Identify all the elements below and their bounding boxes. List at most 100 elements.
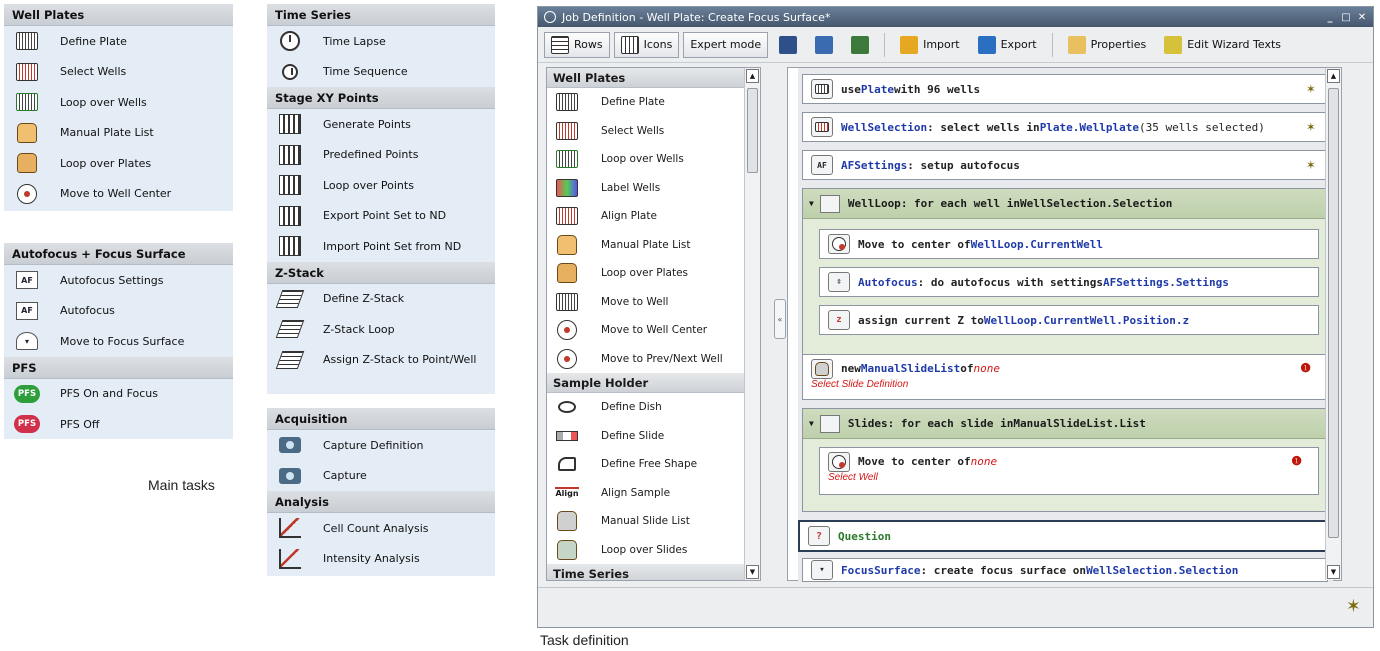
edit-wizard-button[interactable]: Edit Wizard Texts bbox=[1157, 32, 1288, 58]
task-autofocus-settings[interactable]: AF Autofocus Settings bbox=[4, 265, 233, 296]
wizard-icon[interactable]: ✶ bbox=[1307, 157, 1315, 173]
step-manual-slide-list[interactable]: new ManualSlideList of none Select Slide… bbox=[802, 354, 1328, 400]
task-pfs-off[interactable]: PFS PFS Off bbox=[4, 409, 233, 440]
save-button[interactable] bbox=[772, 32, 804, 58]
collapse-panel-handle[interactable]: « bbox=[774, 299, 786, 339]
list-item-loop-plates[interactable]: Loop over Plates bbox=[547, 259, 760, 288]
task-define-zstack[interactable]: Define Z-Stack bbox=[267, 284, 495, 315]
maximize-button[interactable]: □ bbox=[1339, 10, 1353, 24]
list-item-free-shape[interactable]: Define Free Shape bbox=[547, 450, 760, 479]
app-icon bbox=[544, 11, 556, 23]
step-use-plate[interactable]: use Plate with 96 wells ✶ bbox=[802, 74, 1328, 104]
loop-points-icon bbox=[277, 174, 303, 196]
scroll-up-icon[interactable]: ▲ bbox=[746, 69, 759, 83]
task-list-scrollbar[interactable]: ▲ ▼ bbox=[744, 68, 760, 580]
step-autofocus[interactable]: ⇳ Autofocus : do autofocus with settings… bbox=[819, 267, 1319, 297]
target-icon bbox=[828, 452, 850, 472]
list-item-define-plate[interactable]: Define Plate bbox=[547, 88, 760, 117]
target-icon bbox=[828, 234, 850, 254]
step-move-to-center-slide[interactable]: Move to center of none Select Well ❶ bbox=[819, 447, 1319, 495]
list-item-move-well-center[interactable]: Move to Well Center bbox=[547, 316, 760, 345]
load-button[interactable] bbox=[844, 32, 876, 58]
task-move-well-center[interactable]: Move to Well Center bbox=[4, 179, 233, 210]
task-capture[interactable]: Capture bbox=[267, 461, 495, 492]
task-loop-points[interactable]: Loop over Points bbox=[267, 170, 495, 201]
task-select-wells[interactable]: Select Wells bbox=[4, 57, 233, 88]
list-item-define-slide[interactable]: Define Slide bbox=[547, 422, 760, 451]
close-button[interactable]: ✕ bbox=[1355, 10, 1369, 24]
assign-z-icon: z bbox=[828, 310, 850, 330]
step-well-selection[interactable]: WellSelection : select wells in Plate.We… bbox=[802, 112, 1328, 142]
step-af-settings[interactable]: AF AFSettings : setup autofocus ✶ bbox=[802, 150, 1328, 180]
list-item-manual-slide-list[interactable]: Manual Slide List bbox=[547, 507, 760, 536]
focus-surface-icon: ▾ bbox=[14, 330, 40, 352]
collapse-triangle-icon[interactable]: ▼ bbox=[809, 199, 814, 208]
list-item-move-to-well[interactable]: Move to Well bbox=[547, 288, 760, 317]
task-export-points[interactable]: Export Point Set to ND bbox=[267, 201, 495, 232]
loop-header[interactable]: ▼ Slides : for each slide in ManualSlide… bbox=[803, 409, 1327, 439]
list-item-manual-plate-list[interactable]: Manual Plate List bbox=[547, 231, 760, 260]
list-item-loop-wells[interactable]: Loop over Wells bbox=[547, 145, 760, 174]
task-predefined-points[interactable]: Predefined Points bbox=[267, 140, 495, 171]
wizard-icon[interactable]: ✶ bbox=[1307, 81, 1315, 97]
list-item-define-dish[interactable]: Define Dish bbox=[547, 393, 760, 422]
rows-view-button[interactable]: Rows bbox=[544, 31, 610, 58]
task-move-focus-surface[interactable]: ▾ Move to Focus Surface bbox=[4, 326, 233, 357]
scroll-thumb[interactable] bbox=[1328, 88, 1339, 538]
task-import-points[interactable]: Import Point Set from ND bbox=[267, 231, 495, 262]
task-manual-plate-list[interactable]: Manual Plate List bbox=[4, 118, 233, 149]
task-define-plate[interactable]: Define Plate bbox=[4, 26, 233, 57]
status-bar: ✶ bbox=[538, 587, 1373, 627]
list-item-align-sample[interactable]: Align Align Sample bbox=[547, 479, 760, 508]
step-move-to-center[interactable]: Move to center of WellLoop.CurrentWell bbox=[819, 229, 1319, 259]
step-question[interactable]: ? Question bbox=[798, 520, 1334, 552]
list-item-label-wells[interactable]: Label Wells bbox=[547, 174, 760, 203]
task-generate-points[interactable]: Generate Points bbox=[267, 109, 495, 140]
dish-icon bbox=[555, 397, 579, 417]
wizard-icon[interactable]: ✶ bbox=[1307, 119, 1315, 135]
collapse-triangle-icon[interactable]: ▼ bbox=[809, 419, 814, 428]
zstack-icon bbox=[275, 288, 305, 310]
panel-header: Acquisition bbox=[267, 408, 495, 430]
icons-view-button[interactable]: Icons bbox=[613, 31, 680, 58]
task-time-lapse[interactable]: Time Lapse bbox=[267, 26, 495, 57]
save-as-button[interactable] bbox=[808, 32, 840, 58]
wizard-status-icon[interactable]: ✶ bbox=[1346, 596, 1361, 617]
list-item-select-wells[interactable]: Select Wells bbox=[547, 117, 760, 146]
task-time-sequence[interactable]: Time Sequence bbox=[267, 57, 495, 88]
task-zstack-loop[interactable]: Z-Stack Loop bbox=[267, 314, 495, 345]
save-as-icon bbox=[815, 35, 834, 54]
step-focus-surface[interactable]: ▾ FocusSurface : create focus surface on… bbox=[802, 558, 1328, 582]
loop-well-loop: ▼ WellLoop : for each well in WellSelect… bbox=[802, 188, 1328, 366]
export-button[interactable]: Export bbox=[971, 32, 1044, 58]
scroll-down-icon[interactable]: ▼ bbox=[1327, 565, 1340, 579]
well-plates-panel: Well Plates Define Plate Select Wells Lo… bbox=[4, 4, 233, 211]
loop-header[interactable]: ▼ WellLoop : for each well in WellSelect… bbox=[803, 189, 1327, 219]
scroll-up-icon[interactable]: ▲ bbox=[1327, 69, 1340, 83]
scroll-down-icon[interactable]: ▼ bbox=[746, 565, 759, 579]
scroll-thumb[interactable] bbox=[747, 88, 758, 173]
loop-slides-icon bbox=[819, 414, 840, 433]
list-item-loop-slides[interactable]: Loop over Slides bbox=[547, 536, 760, 565]
panel-header: Autofocus + Focus Surface bbox=[4, 243, 233, 265]
workflow-area: use Plate with 96 wells ✶ WellSelection … bbox=[787, 67, 1342, 582]
task-capture-definition[interactable]: Capture Definition bbox=[267, 430, 495, 461]
minimize-button[interactable]: _ bbox=[1323, 10, 1337, 24]
workflow-scrollbar[interactable]: ▲ ▼ bbox=[1325, 68, 1341, 580]
task-loop-wells[interactable]: Loop over Wells bbox=[4, 87, 233, 118]
intensity-icon bbox=[277, 548, 303, 570]
list-item-move-prev-next[interactable]: Move to Prev/Next Well bbox=[547, 345, 760, 374]
slide-definition-hint: Select Slide Definition bbox=[811, 379, 909, 390]
task-loop-plates[interactable]: Loop over Plates bbox=[4, 148, 233, 179]
task-assign-zstack[interactable]: Assign Z-Stack to Point/Well bbox=[267, 345, 495, 376]
task-pfs-on[interactable]: PFS PFS On and Focus bbox=[4, 379, 233, 410]
task-cell-count[interactable]: Cell Count Analysis bbox=[267, 513, 495, 544]
loop-slides-icon bbox=[555, 539, 579, 560]
import-button[interactable]: Import bbox=[893, 32, 967, 58]
task-intensity[interactable]: Intensity Analysis bbox=[267, 544, 495, 575]
step-assign-z[interactable]: z assign current Z to WellLoop.CurrentWe… bbox=[819, 305, 1319, 335]
list-item-align-plate[interactable]: Align Plate bbox=[547, 202, 760, 231]
properties-button[interactable]: Properties bbox=[1061, 32, 1154, 58]
task-autofocus[interactable]: AF Autofocus bbox=[4, 296, 233, 327]
expert-mode-toggle[interactable]: Expert mode bbox=[683, 31, 769, 58]
